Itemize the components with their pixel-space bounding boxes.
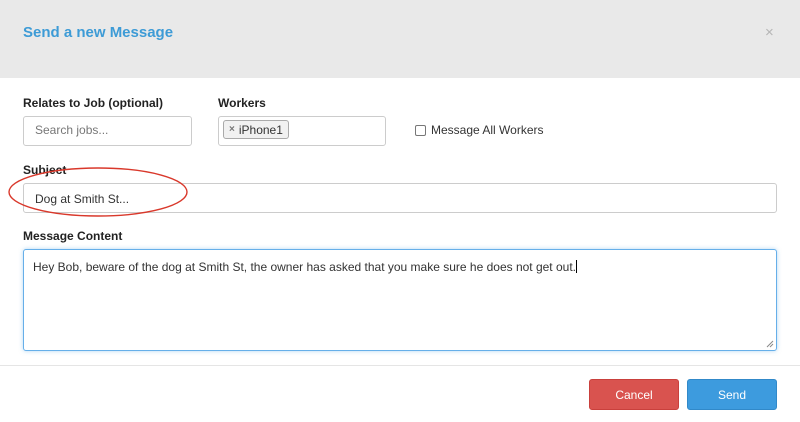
subject-value: Dog at Smith St... [35, 192, 130, 206]
remove-token-icon[interactable]: × [229, 124, 235, 135]
send-message-dialog: Send a new Message × Relates to Job (opt… [0, 0, 800, 422]
workers-input[interactable]: × iPhone1 [218, 116, 386, 146]
message-all-workers-checkbox[interactable] [415, 124, 426, 136]
message-all-workers-label[interactable]: Message All Workers [431, 123, 543, 137]
message-content-label: Message Content [23, 229, 123, 243]
resize-handle-icon[interactable] [766, 340, 774, 348]
dialog-title: Send a new Message [23, 24, 174, 41]
message-content-textarea[interactable]: Hey Bob, beware of the dog at Smith St, … [23, 249, 777, 351]
workers-label: Workers [218, 96, 266, 110]
subject-label: Subject [23, 163, 67, 177]
subject-input[interactable]: Dog at Smith St... [23, 183, 777, 213]
message-content-value: Hey Bob, beware of the dog at Smith St, … [33, 260, 576, 274]
close-icon[interactable]: × [765, 25, 774, 41]
send-button[interactable]: Send [687, 379, 777, 410]
text-cursor [576, 260, 577, 273]
cancel-button[interactable]: Cancel [589, 379, 679, 410]
worker-token: × iPhone1 [223, 120, 289, 139]
worker-token-label: iPhone1 [238, 122, 283, 137]
dialog-header: Send a new Message × [0, 0, 800, 78]
job-search-placeholder: Search jobs... [35, 123, 109, 137]
footer-divider [0, 365, 800, 366]
job-search-input[interactable]: Search jobs... [23, 116, 192, 146]
message-all-workers-row[interactable]: Message All Workers [415, 123, 543, 137]
job-label: Relates to Job (optional) [23, 96, 164, 110]
